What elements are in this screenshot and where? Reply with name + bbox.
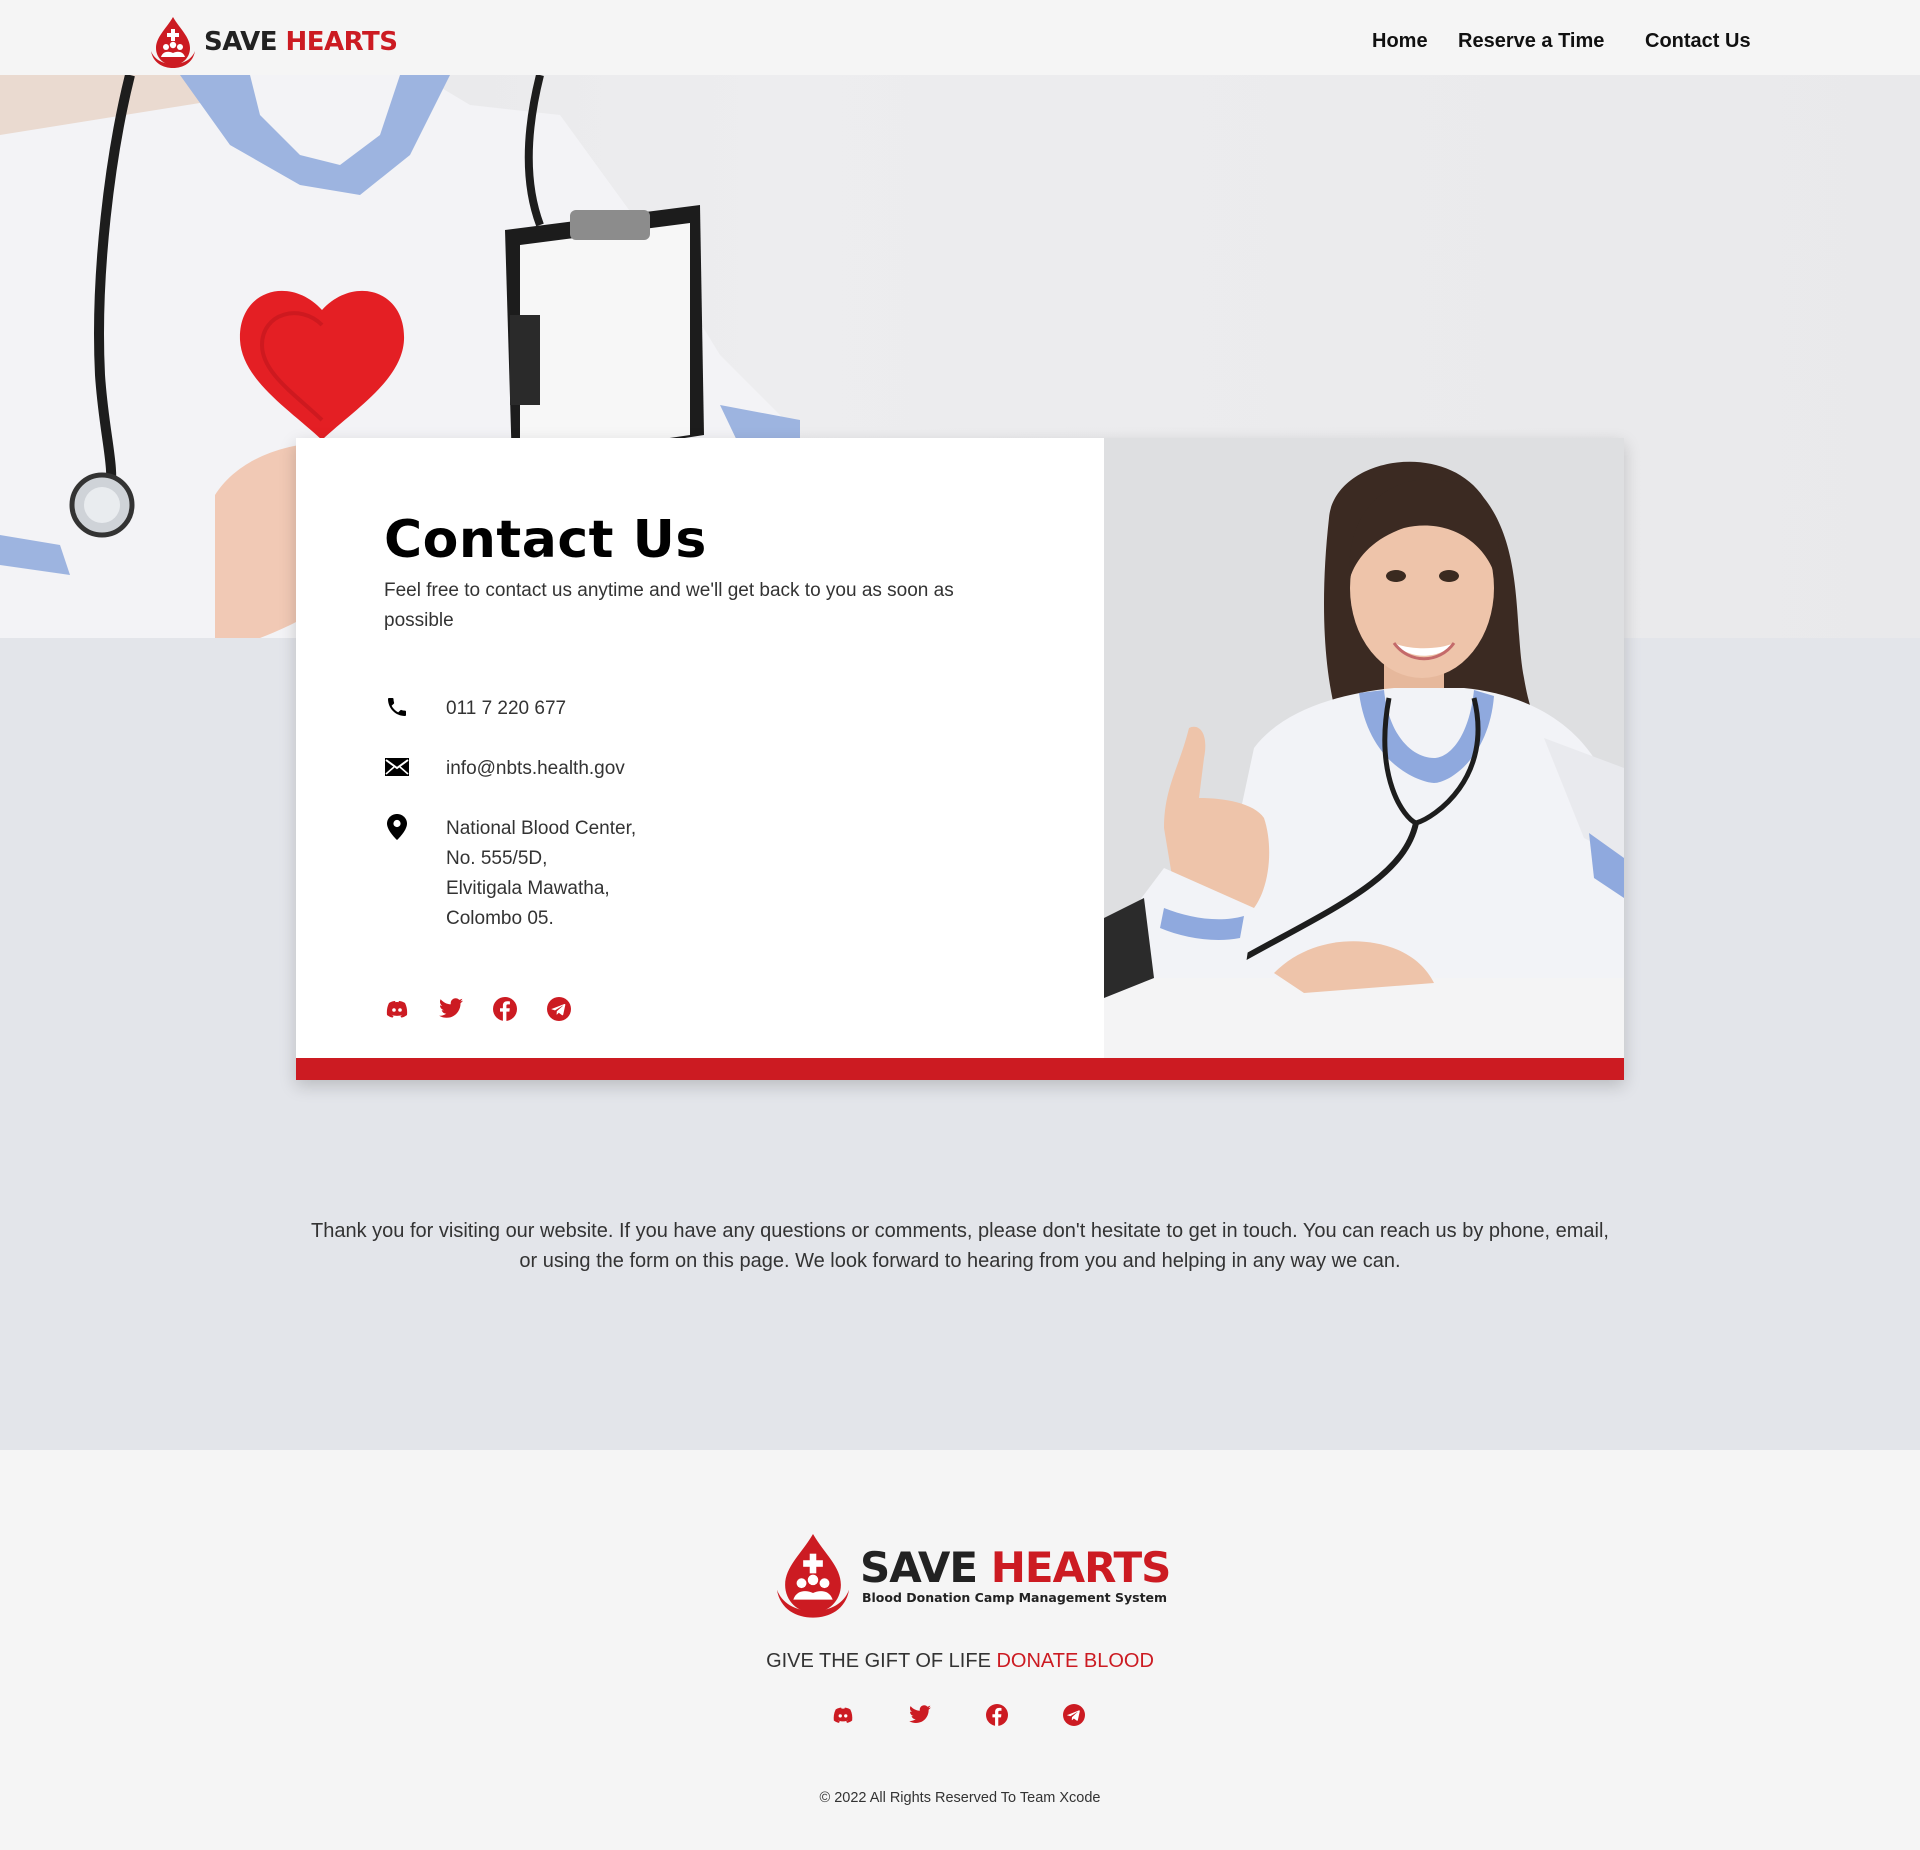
twitter-icon[interactable] xyxy=(438,996,464,1022)
footer-brand-part1: SAVE xyxy=(860,1542,991,1592)
contact-address-row: National Blood Center, No. 555/5D, Elvit… xyxy=(384,814,636,929)
navbar: SAVE HEARTS Home Reserve a Time Contact … xyxy=(0,0,1920,75)
brand-logo-link[interactable]: SAVE HEARTS xyxy=(148,16,398,68)
contact-social-links xyxy=(384,996,600,1022)
thank-you-message: Thank you for visiting our website. If y… xyxy=(311,1220,1609,1272)
blood-drop-logo-icon xyxy=(151,17,195,68)
telegram-icon[interactable] xyxy=(546,996,572,1022)
twitter-icon[interactable] xyxy=(907,1702,933,1728)
contact-phone-row: 011 7 220 677 xyxy=(384,694,566,720)
facebook-icon[interactable] xyxy=(492,996,518,1022)
address-line: Colombo 05. xyxy=(446,908,554,929)
footer: SAVE HEARTS Blood Donation Camp Manageme… xyxy=(0,1450,1920,1850)
doctor-thumbs-up-photo xyxy=(1104,438,1624,1058)
footer-brand-name: SAVE HEARTS xyxy=(860,1542,1172,1592)
card-accent-bar xyxy=(296,1058,1624,1080)
footer-brand: SAVE HEARTS Blood Donation Camp Manageme… xyxy=(860,1542,1172,1605)
tagline-part1: GIVE THE GIFT OF LIFE xyxy=(766,1650,997,1672)
address-line: No. 555/5D, xyxy=(446,848,548,869)
contact-subtitle: Feel free to contact us anytime and we'l… xyxy=(384,580,954,631)
facebook-icon[interactable] xyxy=(984,1702,1010,1728)
blood-drop-logo-icon xyxy=(776,1534,850,1618)
contact-title: Contact Us xyxy=(384,510,707,570)
footer-social-links xyxy=(830,1702,1138,1728)
map-pin-icon xyxy=(384,814,410,840)
nav-contact-link[interactable]: Contact Us xyxy=(1645,30,1751,53)
phone-icon xyxy=(384,694,410,720)
contact-info-panel: Contact Us Feel free to contact us anyti… xyxy=(296,438,1104,1058)
footer-logo[interactable]: SAVE HEARTS Blood Donation Camp Manageme… xyxy=(772,1530,1172,1620)
contact-card: Contact Us Feel free to contact us anyti… xyxy=(296,438,1624,1080)
doctor-illustration xyxy=(1104,438,1624,1058)
brand-name-part2: HEARTS xyxy=(285,27,398,57)
copyright: © 2022 All Rights Reserved To Team Xcode xyxy=(819,1790,1101,1806)
brand-name: SAVE HEARTS xyxy=(204,27,398,57)
contact-address: National Blood Center, No. 555/5D, Elvit… xyxy=(446,814,636,934)
discord-icon[interactable] xyxy=(830,1702,856,1728)
nav-reserve-link[interactable]: Reserve a Time xyxy=(1458,30,1604,53)
footer-tagline: GIVE THE GIFT OF LIFE DONATE BLOOD xyxy=(0,1650,1920,1673)
envelope-icon xyxy=(384,754,410,780)
nav-home-link[interactable]: Home xyxy=(1372,30,1428,53)
address-line: Elvitigala Mawatha, xyxy=(446,878,610,899)
contact-email[interactable]: info@nbts.health.gov xyxy=(446,754,625,784)
contact-email-row: info@nbts.health.gov xyxy=(384,754,625,780)
contact-phone[interactable]: 011 7 220 677 xyxy=(446,694,566,724)
brand-name-part1: SAVE xyxy=(204,27,286,57)
tagline-part2: DONATE BLOOD xyxy=(996,1650,1154,1672)
footer-brand-part2: HEARTS xyxy=(990,1542,1172,1592)
address-line: National Blood Center, xyxy=(446,818,637,839)
discord-icon[interactable] xyxy=(384,996,410,1022)
telegram-icon[interactable] xyxy=(1061,1702,1087,1728)
footer-brand-subtitle: Blood Donation Camp Management System xyxy=(862,1589,1168,1605)
